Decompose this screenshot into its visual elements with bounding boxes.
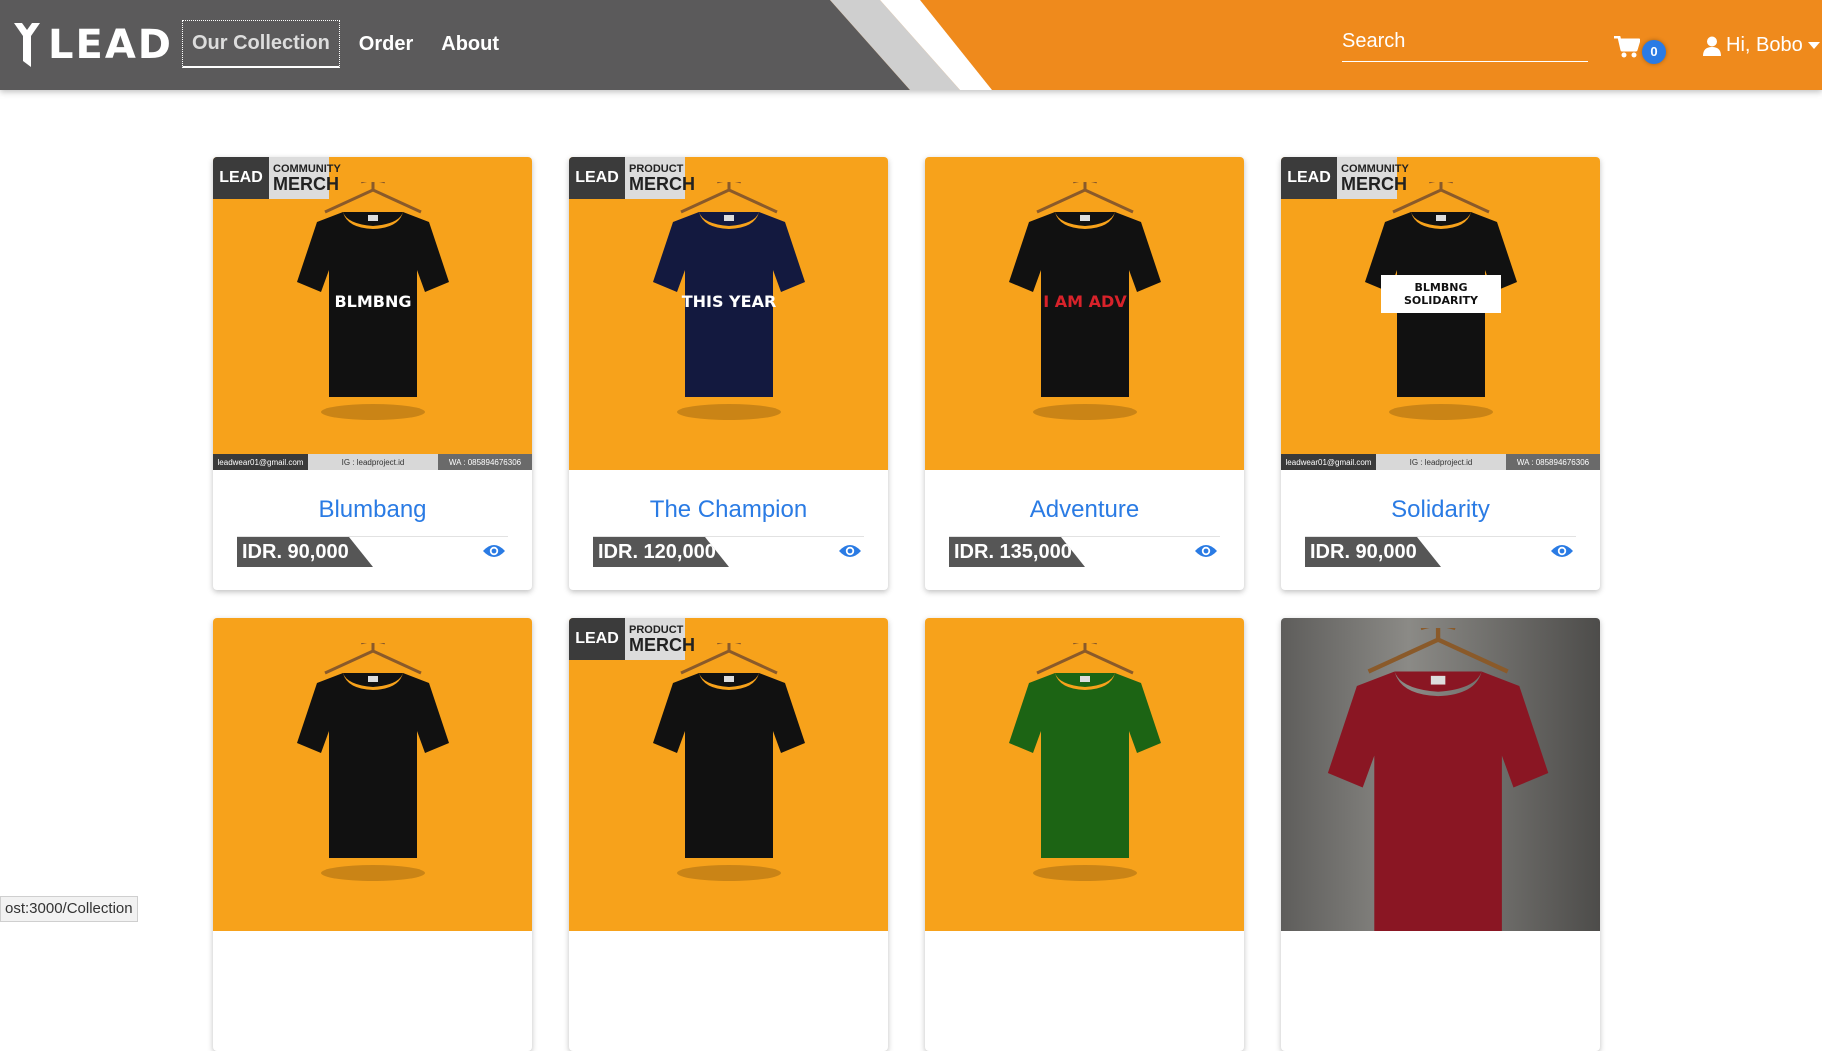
product-image[interactable]: LEAD PRODUCT MERCH	[569, 618, 888, 931]
product-title[interactable]: Adventure	[949, 496, 1220, 526]
merch-badge-top: COMMUNITY	[1341, 162, 1409, 175]
price-row: IDR. 90,000	[1305, 537, 1576, 569]
product-card-body: Blumbang IDR. 90,000	[213, 496, 532, 569]
cart-button[interactable]	[1614, 35, 1641, 63]
user-greeting: Hi, Bobo	[1726, 34, 1803, 56]
contact-whatsapp: WA : 085894676306	[438, 454, 532, 470]
product-card-body: Solidarity IDR. 90,000	[1281, 496, 1600, 569]
tshirt-image	[1009, 643, 1161, 881]
chevron-down-icon	[1807, 41, 1820, 49]
merch-badge-label: PRODUCT MERCH	[625, 157, 695, 199]
merch-badge: LEAD PRODUCT MERCH	[569, 618, 695, 660]
merch-badge-bottom: MERCH	[629, 173, 695, 194]
product-image[interactable]: BLMBNG SOLIDARITY LEAD COMMUNITY MERCH leadw…	[1281, 157, 1600, 470]
product-title[interactable]: Blumbang	[237, 496, 508, 526]
product-card[interactable]	[925, 618, 1244, 1051]
image-contact-strip: leadwear01@gmail.com IG : leadproject.id W…	[213, 454, 532, 470]
shopping-cart-icon	[1614, 35, 1641, 58]
merch-badge-logo: LEAD	[213, 157, 269, 199]
tshirt-image	[1327, 628, 1549, 931]
product-card-body: The Champion IDR. 120,000	[569, 496, 888, 569]
merch-badge-bottom: MERCH	[1341, 173, 1407, 194]
product-grid: BLMBNG LEAD COMMUNITY MERCH leadwear01@gmail…	[213, 157, 1600, 1051]
merch-badge-label: COMMUNITY MERCH	[1337, 157, 1409, 199]
nav-link-our-collection[interactable]: Our Collection	[182, 20, 340, 68]
user-icon	[1703, 36, 1721, 56]
price-tag: IDR. 135,000	[949, 537, 1085, 567]
search-input[interactable]	[1342, 22, 1588, 62]
merch-badge-label: PRODUCT MERCH	[625, 618, 695, 660]
cart-count-badge: 0	[1642, 40, 1666, 64]
price-row: IDR. 135,000	[949, 537, 1220, 569]
merch-badge-label: COMMUNITY MERCH	[269, 157, 341, 199]
contact-email: leadwear01@gmail.com	[1281, 454, 1376, 470]
merch-badge-top: PRODUCT	[629, 162, 684, 175]
product-card[interactable]: LEAD PRODUCT MERCH	[569, 618, 888, 1051]
image-contact-strip: leadwear01@gmail.com IG : leadproject.id W…	[1281, 454, 1600, 470]
shirt-print-text: BLMBNG SOLIDARITY	[1381, 275, 1501, 313]
product-card[interactable]: BLMBNG LEAD COMMUNITY MERCH leadwear01@gmail…	[213, 157, 532, 590]
merch-badge: LEAD PRODUCT MERCH	[569, 157, 695, 199]
contact-instagram: IG : leadproject.id	[1376, 454, 1506, 470]
shirt-print-text: BLMBNG	[334, 292, 412, 311]
product-title[interactable]: Solidarity	[1305, 496, 1576, 526]
product-card-body: Adventure IDR. 135,000	[925, 496, 1244, 569]
merch-badge-logo: LEAD	[1281, 157, 1337, 199]
product-image[interactable]: THIS YEAR LEAD PRODUCT MERCH	[569, 157, 888, 470]
navbar: LEAD Our Collection Order About 0 Hi, Bo…	[0, 0, 1822, 90]
price-tag: IDR. 90,000	[237, 537, 373, 567]
price-tag: IDR. 120,000	[593, 537, 729, 567]
merch-badge-top: PRODUCT	[629, 623, 684, 636]
contact-email: leadwear01@gmail.com	[213, 454, 308, 470]
brand-logo[interactable]: LEAD	[12, 20, 173, 70]
price-row: IDR. 90,000	[237, 537, 508, 569]
product-image[interactable]: BLMBNG LEAD COMMUNITY MERCH leadwear01@gmail…	[213, 157, 532, 470]
tshirt-image	[297, 643, 449, 881]
merch-badge-bottom: MERCH	[273, 173, 339, 194]
status-bar-url: ost:3000/Collection	[0, 896, 138, 922]
contact-whatsapp: WA : 085894676306	[1506, 454, 1600, 470]
eye-icon[interactable]	[838, 543, 862, 559]
merch-badge: LEAD COMMUNITY MERCH	[213, 157, 341, 199]
eye-icon[interactable]	[1194, 543, 1218, 559]
user-menu[interactable]: Hi, Bobo	[1703, 34, 1820, 57]
merch-badge-top: COMMUNITY	[273, 162, 341, 175]
nav-link-order[interactable]: Order	[350, 22, 422, 67]
nav-links: Our Collection Order About	[182, 20, 508, 68]
brand-logo-text: LEAD	[48, 22, 173, 68]
product-image[interactable]	[925, 618, 1244, 931]
eye-icon[interactable]	[1550, 543, 1574, 559]
shirt-print-text: I AM ADV	[1043, 292, 1127, 311]
shirt-print-text: THIS YEAR	[681, 292, 777, 311]
product-title[interactable]: The Champion	[593, 496, 864, 526]
product-card[interactable]: THIS YEAR LEAD PRODUCT MERCH The Champion IDR…	[569, 157, 888, 590]
product-image[interactable]	[213, 618, 532, 931]
merch-badge-logo: LEAD	[569, 618, 625, 660]
eye-icon[interactable]	[482, 543, 506, 559]
lead-logo-icon	[14, 23, 40, 67]
product-image[interactable]	[1281, 618, 1600, 931]
price-tag: IDR. 90,000	[1305, 537, 1441, 567]
merch-badge-bottom: MERCH	[629, 634, 695, 655]
product-card[interactable]: I AM ADV Adventure IDR. 135,000	[925, 157, 1244, 590]
product-card[interactable]	[213, 618, 532, 1051]
product-image[interactable]: I AM ADV	[925, 157, 1244, 470]
contact-instagram: IG : leadproject.id	[308, 454, 438, 470]
nav-link-about[interactable]: About	[432, 22, 508, 67]
merch-badge: LEAD COMMUNITY MERCH	[1281, 157, 1409, 199]
price-row: IDR. 120,000	[593, 537, 864, 569]
product-card[interactable]: BLMBNG SOLIDARITY LEAD COMMUNITY MERCH leadw…	[1281, 157, 1600, 590]
product-card[interactable]	[1281, 618, 1600, 1051]
tshirt-image	[653, 643, 805, 881]
merch-badge-logo: LEAD	[569, 157, 625, 199]
